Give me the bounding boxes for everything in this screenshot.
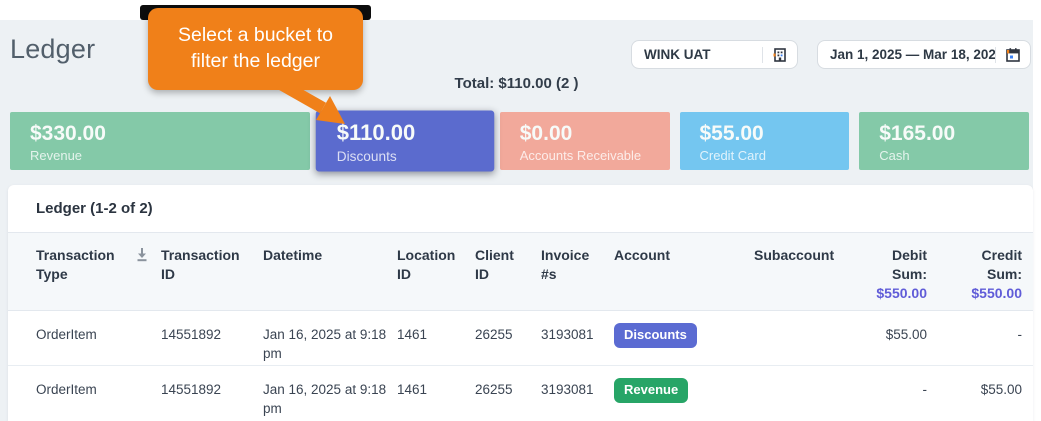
building-icon[interactable]	[763, 47, 797, 63]
col-client-id[interactable]: Client ID	[475, 233, 541, 310]
table-title: Ledger (1-2 of 2)	[8, 185, 1033, 233]
col-subaccount[interactable]: Subaccount	[754, 233, 864, 310]
col-credit-sum[interactable]: Credit Sum: $550.00	[927, 233, 1033, 310]
calendar-icon[interactable]	[996, 47, 1030, 63]
col-invoice[interactable]: Invoice #s	[541, 233, 614, 310]
bucket-amount: $55.00	[700, 122, 850, 146]
bucket-label: Accounts Receivable	[520, 148, 670, 163]
table-row[interactable]: OrderItem 14551892 Jan 16, 2025 at 9:18 …	[8, 310, 1033, 365]
bucket-amount: $165.00	[879, 122, 1029, 146]
cell-transaction-type: OrderItem	[8, 365, 161, 420]
account-badge: Revenue	[614, 378, 688, 403]
bucket-label: Credit Card	[700, 148, 850, 163]
cell-account: Revenue	[614, 365, 754, 420]
total-amount: $110.00	[498, 75, 551, 92]
organization-filter-value[interactable]: WINK UAT	[632, 47, 762, 62]
table-row[interactable]: OrderItem 14551892 Jan 16, 2025 at 9:18 …	[8, 365, 1033, 420]
cell-subaccount	[754, 310, 864, 365]
bucket-cash[interactable]: $165.00 Cash	[859, 112, 1029, 170]
debit-sum-value: $550.00	[864, 285, 927, 301]
cell-debit: -	[864, 365, 927, 420]
cell-datetime: Jan 16, 2025 at 9:18 pm	[263, 310, 397, 365]
cell-credit: $55.00	[927, 365, 1033, 420]
col-location-id[interactable]: Location ID	[397, 233, 475, 310]
bucket-row: $330.00 Revenue $110.00 Discounts $0.00 …	[10, 112, 1029, 170]
tooltip-arrow-icon	[265, 82, 365, 128]
cell-datetime: Jan 16, 2025 at 9:18 pm	[263, 365, 397, 420]
cell-client-id: 26255	[475, 310, 541, 365]
organization-filter[interactable]: WINK UAT	[631, 40, 798, 69]
ledger-table: Transaction Type Transaction ID Datetime…	[8, 233, 1033, 420]
cell-client-id: 26255	[475, 365, 541, 420]
bucket-label: Discounts	[337, 148, 494, 164]
page-title: Ledger	[10, 34, 95, 65]
cell-debit: $55.00	[864, 310, 927, 365]
bucket-credit-card[interactable]: $55.00 Credit Card	[680, 112, 850, 170]
ledger-screen: Ledger WINK UAT Jan 1, 2025 — Mar 18, 20…	[0, 0, 1041, 421]
cell-location-id: 1461	[397, 310, 475, 365]
cell-transaction-type: OrderItem	[8, 310, 161, 365]
credit-sum-value: $550.00	[927, 285, 1022, 301]
date-range-filter[interactable]: Jan 1, 2025 — Mar 18, 2025	[817, 40, 1031, 69]
col-debit-sum[interactable]: Debit Sum: $550.00	[864, 233, 927, 310]
bucket-label: Cash	[879, 148, 1029, 163]
cell-invoice: 3193081	[541, 310, 614, 365]
col-transaction-id[interactable]: Transaction ID	[161, 233, 263, 310]
cell-subaccount	[754, 365, 864, 420]
tooltip-callout: Select a bucket to filter the ledger	[148, 8, 363, 90]
ledger-table-card: Ledger (1-2 of 2) Transaction Type	[8, 185, 1033, 421]
col-datetime[interactable]: Datetime	[263, 233, 397, 310]
col-account[interactable]: Account	[614, 233, 754, 310]
cell-invoice: 3193081	[541, 365, 614, 420]
bucket-label: Revenue	[30, 148, 310, 163]
date-range-value[interactable]: Jan 1, 2025 — Mar 18, 2025	[818, 47, 995, 62]
cell-transaction-id: 14551892	[161, 365, 263, 420]
account-badge: Discounts	[614, 323, 697, 348]
cell-transaction-id: 14551892	[161, 310, 263, 365]
bucket-accounts-receivable[interactable]: $0.00 Accounts Receivable	[500, 112, 670, 170]
col-transaction-type[interactable]: Transaction Type	[8, 233, 161, 310]
bucket-amount: $0.00	[520, 122, 670, 146]
total-count: (2 )	[556, 75, 579, 92]
cell-account: Discounts	[614, 310, 754, 365]
table-header-row: Transaction Type Transaction ID Datetime…	[8, 233, 1033, 310]
arrow-down-to-line-icon[interactable]	[135, 247, 149, 265]
cell-credit: -	[927, 310, 1033, 365]
total-label: Total:	[455, 75, 495, 92]
cell-location-id: 1461	[397, 365, 475, 420]
